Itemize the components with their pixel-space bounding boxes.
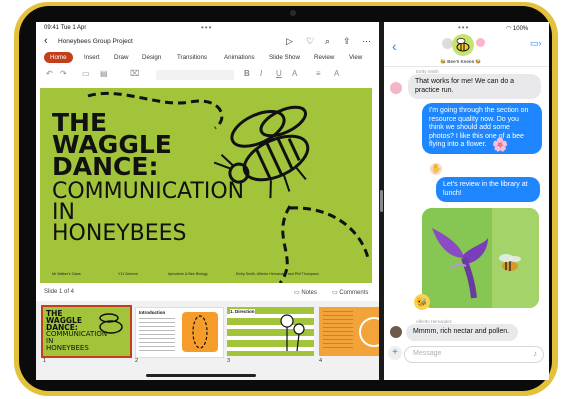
notes-label: Notes — [301, 290, 318, 296]
powerpoint-pane: 09:41 Tue 1 Apr ••• ‹ Honeybees Group Pr… — [36, 22, 379, 380]
thumb4-text — [323, 311, 353, 349]
lightbulb-icon[interactable]: ♡ — [306, 36, 314, 47]
comments-label: Comments — [339, 290, 369, 296]
screen: 09:41 Tue 1 Apr ••• ‹ Honeybees Group Pr… — [36, 22, 549, 380]
thumbnail-number-1: 1 — [43, 358, 47, 364]
slide-subtitle-line3[interactable]: HONEYBEES — [52, 223, 187, 245]
layout-icon[interactable]: ▤ — [100, 69, 108, 78]
tapback-hand-icon[interactable]: ✋ — [430, 163, 442, 175]
search-icon[interactable]: ⌕ — [325, 36, 330, 47]
message-bubble-3[interactable]: Let's review in the library at lunch! — [436, 177, 540, 203]
avatar-alberto — [390, 326, 402, 338]
font-name-field[interactable] — [156, 70, 234, 80]
new-slide-icon[interactable]: ▭ — [82, 69, 90, 78]
slide-footer-subject: Apiculture & Bee Biology — [168, 272, 208, 276]
tab-slide-show[interactable]: Slide Show — [269, 54, 300, 61]
thumb3-flower-icon — [280, 314, 305, 352]
home-indicator[interactable] — [146, 374, 256, 377]
back-icon[interactable]: ‹ — [44, 35, 48, 47]
underline-icon[interactable]: U — [276, 69, 282, 78]
tab-view[interactable]: View — [349, 54, 362, 61]
member-avatar-right — [476, 38, 485, 47]
shared-photo-bee-flower[interactable] — [422, 208, 539, 308]
thumbnail-3[interactable]: 1. Direction — [227, 307, 314, 356]
thumb4-circle — [359, 317, 379, 347]
thumb2-figure-icon — [192, 315, 208, 349]
tab-home[interactable]: Home — [44, 52, 73, 63]
tab-animations[interactable]: Animations — [224, 54, 255, 61]
microphone-icon[interactable]: ♪ — [533, 349, 537, 358]
tab-draw[interactable]: Draw — [114, 54, 128, 61]
video-call-icon[interactable]: ▭› — [530, 38, 542, 49]
italic-icon[interactable]: I — [260, 69, 262, 78]
message-input[interactable]: Message ♪ — [404, 346, 544, 363]
ribbon-tabs: Home Insert Draw Design Transitions Anim… — [36, 52, 379, 66]
message-bubble-4[interactable]: Mmmm, rich nectar and pollen. — [406, 324, 518, 341]
thumbnail-1[interactable]: THE WAGGLE DANCE: COMMUNICATION IN HONEYBEES — [41, 305, 132, 358]
message-placeholder: Message — [413, 350, 442, 357]
slide-thumbnails: THE WAGGLE DANCE: COMMUNICATION IN HONEYBEES… — [36, 301, 379, 380]
highlight-icon[interactable]: A — [334, 69, 339, 78]
message-bubble-1[interactable]: That works for me! We can do a practice … — [408, 74, 541, 100]
comments-button[interactable]: ▭ Comments — [332, 289, 368, 296]
slide-subtitle-line1[interactable]: COMMUNICATION — [52, 181, 244, 203]
document-title[interactable]: Honeybees Group Project — [58, 38, 133, 45]
bee-tapback[interactable]: 🐝 — [414, 294, 430, 310]
thumbnail-number-3: 3 — [227, 358, 231, 364]
undo-icon[interactable]: ↶ — [46, 69, 53, 78]
message-bubble-2[interactable]: I'm going through the section on resourc… — [422, 103, 542, 154]
slide-title-line3[interactable]: DANCE: — [52, 154, 158, 179]
slide-footer-year: Y11 Science — [118, 272, 138, 276]
slide-counter: Slide 1 of 4 — [44, 289, 75, 295]
bee-flower-photo — [422, 208, 539, 308]
font-color-icon[interactable]: A — [292, 69, 297, 78]
conversation-header: ‹ 🐝 Bee's Knees 🐝 ▭› — [384, 32, 549, 67]
multitask-dots[interactable]: ••• — [201, 23, 212, 32]
thumbnail-4[interactable] — [319, 307, 379, 356]
multitask-dots-right[interactable]: ••• — [458, 23, 469, 32]
bee-avatar-icon — [456, 38, 470, 52]
paragraph-icon[interactable]: ≡ — [316, 69, 321, 78]
slide-canvas[interactable]: THE WAGGLE DANCE: COMMUNICATION IN HONEY… — [40, 88, 372, 283]
title-bar: ‹ Honeybees Group Project ▷ ♡ ⌕ ⇪ ⋯ — [36, 34, 379, 50]
thumb1-bee-icon — [99, 313, 123, 334]
thumbnail-number-2: 2 — [135, 358, 139, 364]
tab-transitions[interactable]: Transitions — [177, 54, 207, 61]
format-painter-icon[interactable]: ⌧ — [130, 69, 139, 78]
toolbar: ↶ ↷ ▭ ▤ ⌧ B I U A ≡ A — [36, 68, 379, 82]
tab-design[interactable]: Design — [142, 54, 161, 61]
camera — [290, 10, 296, 16]
share-icon[interactable]: ⇪ — [343, 36, 351, 47]
more-icon[interactable]: ⋯ — [362, 36, 371, 47]
tab-review[interactable]: Review — [314, 54, 334, 61]
notes-button[interactable]: ▭ Notes — [294, 289, 317, 296]
split-divider-handle[interactable] — [380, 190, 383, 212]
back-chevron-icon[interactable]: ‹ — [392, 38, 397, 54]
flower-sticker[interactable]: 🌸 — [492, 137, 508, 153]
status-time: 09:41 Tue 1 Apr — [44, 25, 87, 31]
slide-subtitle-line2[interactable]: IN — [52, 202, 75, 224]
avatar-emily — [390, 82, 402, 94]
play-icon[interactable]: ▷ — [286, 36, 293, 47]
thumbnail-number-4: 4 — [319, 358, 323, 364]
group-avatar[interactable] — [452, 34, 474, 56]
messages-pane: ••• ◠ 100% ‹ 🐝 Bee's Knees 🐝 ▭› Emily Sm… — [384, 22, 549, 380]
slide-footer-authors: Emily Smith, Alberto Hernandez and Phil … — [236, 272, 319, 276]
status-battery: ◠ 100% — [506, 26, 529, 32]
add-attachment-icon[interactable]: + — [388, 346, 402, 360]
group-name[interactable]: 🐝 Bee's Knees 🐝 — [440, 60, 481, 65]
slide-footer-class: Mr Walker's Class — [52, 272, 81, 276]
bold-icon[interactable]: B — [244, 69, 250, 78]
redo-icon[interactable]: ↷ — [60, 69, 67, 78]
thumbnail-2[interactable]: Introduction — [135, 307, 224, 358]
tab-insert[interactable]: Insert — [84, 54, 99, 61]
